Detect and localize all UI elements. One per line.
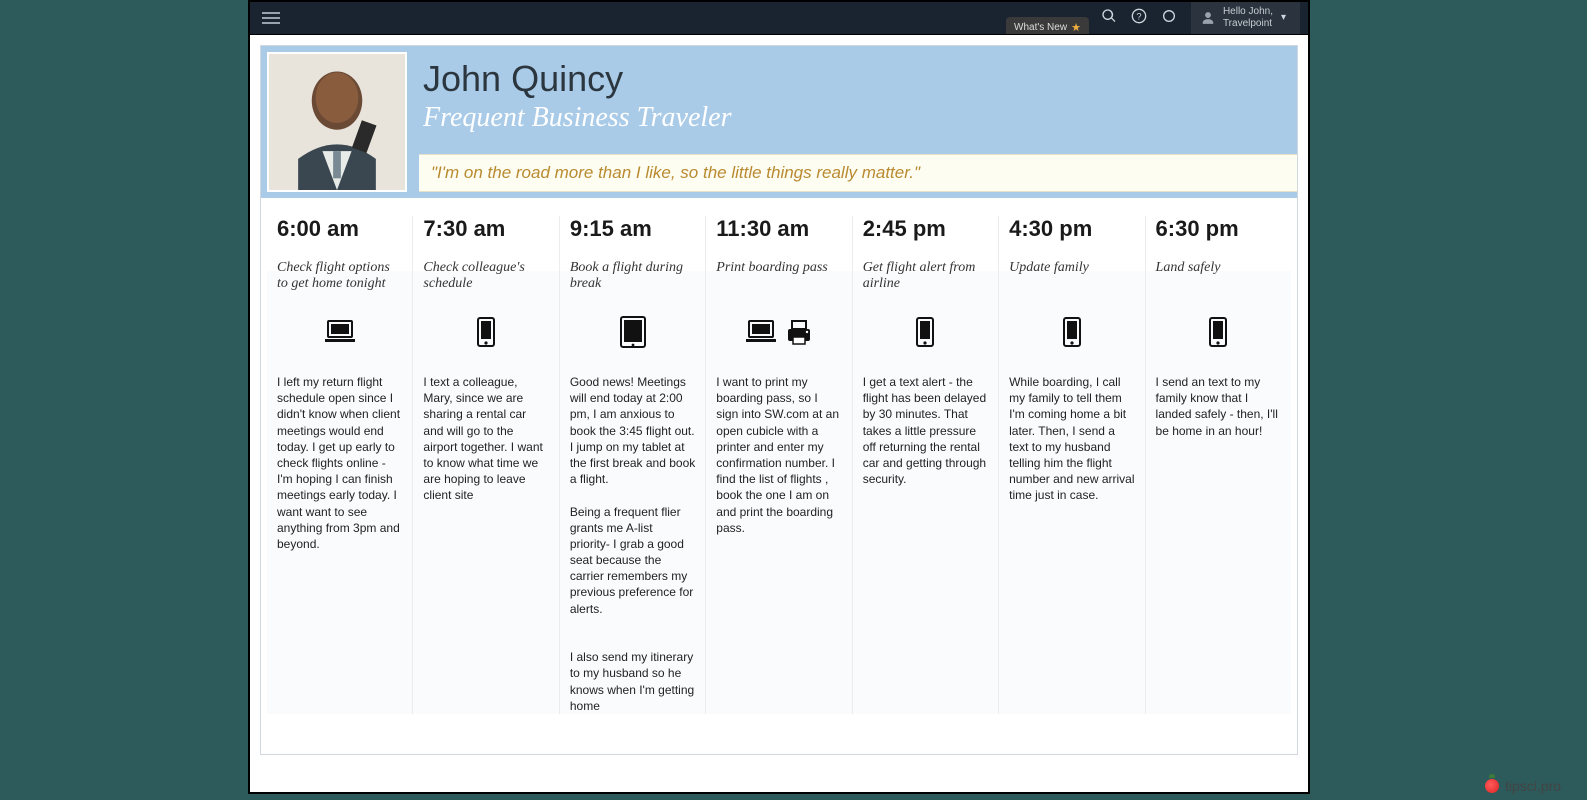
timeline-activity: Update family	[1009, 260, 1134, 300]
timeline-time: 6:30 pm	[1156, 216, 1281, 242]
device-icons	[277, 314, 402, 354]
search-icon[interactable]	[1101, 8, 1117, 29]
top-nav-bar: What's New ★ ? Hello John, Travelpoint ▾	[248, 0, 1310, 34]
user-greeting: Hello John,	[1223, 6, 1273, 18]
printer-icon	[784, 319, 814, 350]
watermark: tipsci.pro	[1485, 778, 1561, 794]
timeline-activity: Check flight options to get home tonight	[277, 260, 402, 300]
device-icons	[570, 314, 695, 354]
timeline-activity: Print boarding pass	[716, 260, 841, 300]
timeline-activity: Book a flight during break	[570, 260, 695, 300]
timeline-column: 4:30 pm Update family While boarding, I ca…	[999, 216, 1145, 714]
timeline-story: I get a text alert - the flight has been…	[863, 374, 988, 487]
menu-hamburger-icon[interactable]	[258, 8, 284, 28]
device-icons	[1156, 314, 1281, 354]
timeline-story: I want to print my boarding pass, so I s…	[716, 374, 841, 536]
device-icons	[423, 314, 548, 354]
timeline-column: 11:30 am Print boarding pass I want to pri…	[706, 216, 852, 714]
watermark-text: tipsci.pro	[1505, 778, 1561, 794]
help-icon[interactable]: ?	[1131, 8, 1147, 29]
user-org: Travelpoint	[1223, 18, 1273, 30]
laptop-icon	[744, 319, 778, 350]
document-area: John Quincy Frequent Business Traveler "…	[248, 34, 1310, 794]
circle-icon[interactable]	[1161, 8, 1177, 29]
device-icons	[1009, 314, 1134, 354]
whats-new-label: What's New	[1014, 22, 1067, 33]
user-menu[interactable]: Hello John, Travelpoint ▾	[1191, 2, 1300, 34]
tablet-icon	[620, 316, 646, 353]
timeline-activity: Get flight alert from airline	[863, 260, 988, 300]
timeline-time: 11:30 am	[716, 216, 841, 242]
phone-icon	[1063, 317, 1081, 352]
star-icon: ★	[1071, 21, 1081, 34]
timeline-column: 7:30 am Check colleague's schedule I text …	[413, 216, 559, 714]
timeline-story: I send an text to my family know that I …	[1156, 374, 1281, 439]
persona-quote-band: "I'm on the road more than I like, so th…	[419, 154, 1297, 192]
phone-icon	[1209, 317, 1227, 352]
timeline-time: 2:45 pm	[863, 216, 988, 242]
chevron-down-icon: ▾	[1281, 12, 1286, 24]
timeline-story: I text a colleague, Mary, since we are s…	[423, 374, 548, 504]
timeline-column: 9:15 am Book a flight during break Good ne…	[560, 216, 706, 714]
timeline-time: 4:30 pm	[1009, 216, 1134, 242]
timeline-column: 2:45 pm Get flight alert from airline I ge…	[853, 216, 999, 714]
laptop-icon	[323, 319, 357, 350]
svg-text:?: ?	[1136, 11, 1141, 21]
timeline-time: 9:15 am	[570, 216, 695, 242]
device-icons	[716, 314, 841, 354]
persona-name: John Quincy	[423, 58, 1297, 100]
timeline-story: I left my return flight schedule open si…	[277, 374, 402, 552]
phone-icon	[916, 317, 934, 352]
phone-icon	[477, 317, 495, 352]
journey-timeline: 6:00 am Check flight options to get home …	[261, 198, 1297, 754]
timeline-story: Good news! Meetings will end today at 2:…	[570, 374, 695, 714]
device-icons	[863, 314, 988, 354]
timeline-time: 6:00 am	[277, 216, 402, 242]
whats-new-button[interactable]: What's New ★	[1006, 17, 1089, 36]
persona-role: Frequent Business Traveler	[423, 102, 1297, 134]
persona-quote: "I'm on the road more than I like, so th…	[431, 163, 1285, 183]
timeline-column: 6:30 pm Land safely I send an text to my f…	[1146, 216, 1291, 714]
timeline-activity: Land safely	[1156, 260, 1281, 300]
timeline-story: While boarding, I call my family to tell…	[1009, 374, 1134, 504]
persona-avatar	[267, 52, 407, 192]
timeline-time: 7:30 am	[423, 216, 548, 242]
user-icon	[1201, 11, 1215, 25]
timeline-activity: Check colleague's schedule	[423, 260, 548, 300]
timeline-column: 6:00 am Check flight options to get home …	[267, 216, 413, 714]
persona-header: John Quincy Frequent Business Traveler "…	[261, 46, 1297, 198]
